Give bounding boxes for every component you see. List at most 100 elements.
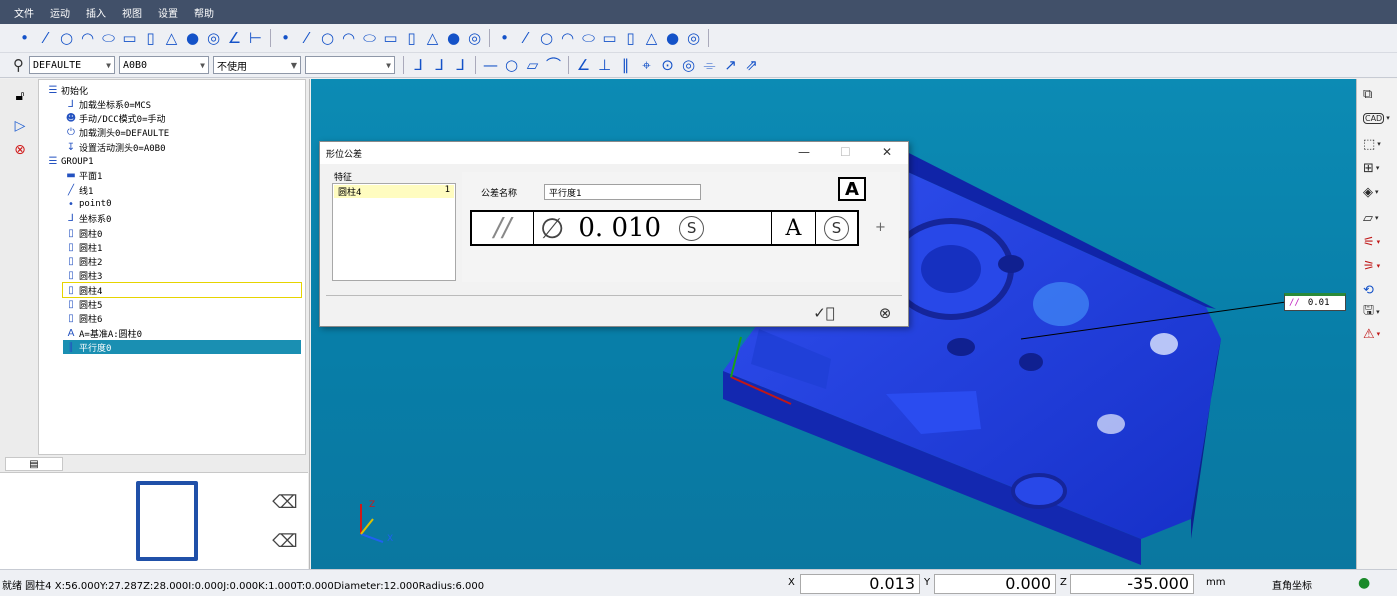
runout-icon[interactable]: ↗ xyxy=(720,55,741,76)
tree-node[interactable]: ▯ 圆柱3 xyxy=(63,269,301,283)
tree-node[interactable]: ▯ 圆柱6 xyxy=(63,312,301,326)
play-icon[interactable]: ▷ xyxy=(9,115,31,137)
point-icon[interactable]: • xyxy=(275,28,296,49)
eraser-icon[interactable]: ⌫ xyxy=(272,489,298,515)
save-view-icon[interactable]: 🖫︎ ▾ xyxy=(1363,301,1393,323)
tree-node[interactable]: ▯ 圆柱4 xyxy=(62,282,302,299)
ok-icon[interactable]: ✓⃝ xyxy=(812,302,836,324)
coord-mode-label[interactable]: 直角坐标 xyxy=(1272,577,1312,592)
stop-icon[interactable]: ⊗ xyxy=(9,139,31,161)
tolerance-annotation[interactable]: // 0.01 xyxy=(1284,293,1346,311)
cone-icon[interactable]: △ xyxy=(641,28,662,49)
menu-item[interactable]: 运动 xyxy=(50,5,70,20)
cad-icon[interactable]: CAD ▾ xyxy=(1363,107,1393,129)
perpendicularity-icon[interactable]: ⊥ xyxy=(594,55,615,76)
coaxiality-icon[interactable]: ◎ xyxy=(678,55,699,76)
cone-icon[interactable]: △ xyxy=(422,28,443,49)
tree-node[interactable]: ⅃ 加载坐标系0=MCS xyxy=(63,97,301,111)
slot-icon[interactable]: ▭ xyxy=(599,28,620,49)
probe-path-icon[interactable]: ⚞ ▾ xyxy=(1363,255,1393,277)
tree-node[interactable]: ☻ 手动/DCC模式0=手动 xyxy=(63,112,301,126)
point-icon[interactable]: • xyxy=(14,28,35,49)
datum-modifier-cell[interactable]: S xyxy=(816,212,857,244)
maximize-button[interactable]: ☐ xyxy=(840,145,851,159)
tolerance-cell[interactable]: ∅ 0. 010 S xyxy=(534,212,772,245)
tree-node[interactable]: ▬ 平面1 xyxy=(63,169,301,183)
straightness-icon[interactable]: — xyxy=(480,55,501,76)
profile-icon[interactable]: ⌒ xyxy=(543,55,564,76)
sphere-icon[interactable]: ● xyxy=(443,28,464,49)
circle-icon[interactable]: ○ xyxy=(317,28,338,49)
tip-select[interactable]: A0B0 ▼ xyxy=(119,56,209,74)
tree-node[interactable]: ╱ 线1 xyxy=(63,183,301,197)
datum-badge[interactable]: A xyxy=(838,177,866,201)
probe-select[interactable]: DEFAULTE ▼ xyxy=(29,56,115,74)
tree-node[interactable]: ▯ 圆柱5 xyxy=(63,298,301,312)
circle-icon[interactable]: ○ xyxy=(536,28,557,49)
menu-item[interactable]: 帮助 xyxy=(194,5,214,20)
parallelism-icon[interactable]: ∥ xyxy=(615,55,636,76)
angle-icon[interactable]: ∠ xyxy=(224,28,245,49)
position-icon[interactable]: ⌖ xyxy=(636,55,657,76)
slot-icon[interactable]: ▭ xyxy=(380,28,401,49)
mode-select[interactable]: 不使用 ▼ xyxy=(213,56,301,74)
sphere-icon[interactable]: ● xyxy=(182,28,203,49)
lock-icon[interactable]: 🔓︎ xyxy=(9,85,31,107)
point-icon[interactable]: • xyxy=(494,28,515,49)
cylinder-icon[interactable]: ▯ xyxy=(140,28,161,49)
tree-node[interactable]: ▯ 圆柱2 xyxy=(63,255,301,269)
tree-tab[interactable]: ▤ xyxy=(5,457,63,471)
probe-icon[interactable]: ⚲ xyxy=(8,55,29,76)
tree-node[interactable]: ☰ 初始化 xyxy=(45,83,301,97)
feature-list-item[interactable]: 圆柱4 1 xyxy=(334,185,454,198)
eraser-all-icon[interactable]: ⌫ xyxy=(272,528,298,554)
circle-icon[interactable]: ○ xyxy=(56,28,77,49)
total-runout-icon[interactable]: ⇗ xyxy=(741,55,762,76)
shaded-icon[interactable]: ◈ ▾ xyxy=(1363,181,1393,203)
parallelism-symbol-cell[interactable]: // xyxy=(472,212,534,244)
cancel-icon[interactable]: ⊗ xyxy=(873,302,897,324)
tree-node[interactable]: • point0 xyxy=(63,197,301,211)
ellipse-icon[interactable]: ⬭ xyxy=(578,28,599,49)
measure-icon[interactable]: ⚟ ▾ xyxy=(1363,231,1393,253)
blank-select[interactable]: ▼ xyxy=(305,56,395,74)
close-button[interactable]: ✕ xyxy=(882,145,892,159)
concentricity-icon[interactable]: ⊙ xyxy=(657,55,678,76)
angularity-icon[interactable]: ∠ xyxy=(573,55,594,76)
menu-item[interactable]: 设置 xyxy=(158,5,178,20)
plane-view-icon[interactable]: ▱ ▾ xyxy=(1363,207,1393,229)
clip-icon[interactable]: ⚠︎ ▾ xyxy=(1363,323,1393,345)
material-modifier[interactable]: S xyxy=(679,215,705,241)
menu-item[interactable]: 视图 xyxy=(122,5,142,20)
datum-cell[interactable]: A xyxy=(772,212,816,244)
line-icon[interactable]: ⁄ xyxy=(515,28,536,49)
ellipse-icon[interactable]: ⬭ xyxy=(98,28,119,49)
select-view-icon[interactable]: ⧉ xyxy=(1363,83,1393,105)
fit-view-icon[interactable]: ⊞ ▾ xyxy=(1363,157,1393,179)
axis-align-icon[interactable]: ⅃ xyxy=(408,55,429,76)
menu-item[interactable]: 文件 xyxy=(14,5,34,20)
arc-icon[interactable]: ◠ xyxy=(338,28,359,49)
tree-node[interactable]: A A=基准A:圆柱0 xyxy=(63,326,301,340)
cylinder-icon[interactable]: ▯ xyxy=(620,28,641,49)
cylinder-icon[interactable]: ▯ xyxy=(401,28,422,49)
tree-node[interactable]: ∥ 平行度0 xyxy=(63,340,301,355)
menu-item[interactable]: 插入 xyxy=(86,5,106,20)
tree-node[interactable]: ⏻ 加载测头0=DEFAULTE xyxy=(63,126,301,140)
torus-icon[interactable]: ◎ xyxy=(464,28,485,49)
tree-node[interactable]: ⅃ 坐标系0 xyxy=(63,212,301,226)
rotate-icon[interactable]: ⟲ xyxy=(1363,279,1393,301)
torus-icon[interactable]: ◎ xyxy=(203,28,224,49)
arc-icon[interactable]: ◠ xyxy=(557,28,578,49)
view-cube-icon[interactable]: ⬚ ▾ xyxy=(1363,133,1393,155)
cone-icon[interactable]: △ xyxy=(161,28,182,49)
flatness-icon[interactable]: ▱ xyxy=(522,55,543,76)
tree-node[interactable]: ↧ 设置活动测头0=A0B0 xyxy=(63,140,301,154)
tolerance-name-input[interactable]: 平行度1 xyxy=(544,184,701,200)
slot-icon[interactable]: ▭ xyxy=(119,28,140,49)
feature-list[interactable]: 圆柱4 1 xyxy=(332,183,456,281)
torus-icon[interactable]: ◎ xyxy=(683,28,704,49)
symmetry-icon[interactable]: ⌯ xyxy=(699,55,720,76)
minimize-button[interactable]: — xyxy=(798,145,810,159)
line-icon[interactable]: ⁄ xyxy=(296,28,317,49)
